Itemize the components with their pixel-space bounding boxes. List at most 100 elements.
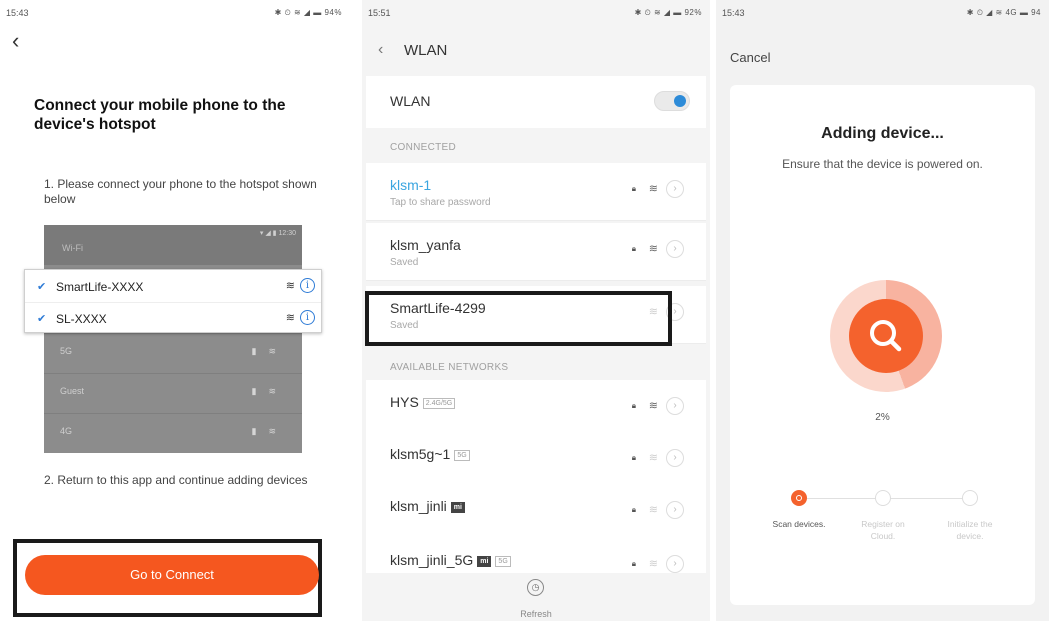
wifi-icon: ≋: [648, 183, 658, 195]
chevron-right-icon[interactable]: ›: [666, 180, 684, 198]
refresh-label: Refresh: [520, 609, 552, 619]
wifi-icon: ≋: [648, 243, 658, 255]
page-subtitle: Ensure that the device is powered on.: [782, 157, 983, 171]
wlan-settings-screen: 15:51 ✱ ⏲ ≋ ◢ ▬ 92% ‹ WLAN WLAN CONNECTE…: [362, 0, 710, 621]
network-row-klsm5g[interactable]: klsm5g~1 5G 🔒︎ ≋ ›: [366, 432, 706, 490]
step-label-initialize: Initialize the device.: [947, 519, 993, 541]
illustration-network-name: Guest: [60, 386, 85, 396]
status-bar: 15:43 ✱ ⏲ ≋ ◢ ▬ 94%: [0, 0, 350, 24]
hotspot-guide-screen: 15:43 ✱ ⏲ ≋ ◢ ▬ 94% ‹ Connect your mobil…: [0, 0, 350, 621]
lock-wifi-icon: ▮≋: [251, 386, 288, 396]
highlight-box: [365, 291, 672, 346]
step-label-register: Register on Cloud.: [861, 519, 905, 541]
lock-wifi-icon: ▮≋: [251, 426, 288, 436]
info-icon: i: [300, 310, 315, 325]
network-name-text: HYS: [390, 394, 419, 410]
network-name: klsm_yanfa: [390, 237, 461, 253]
mi-badge: mi: [477, 555, 492, 567]
band-badge: 2.4G/5G: [422, 397, 456, 409]
status-time: 15:51: [368, 8, 391, 18]
toggle-knob: [674, 95, 686, 107]
network-name-text: klsm_jinli_5G: [390, 552, 474, 568]
page-title: Adding device...: [821, 125, 944, 142]
info-icon: i: [300, 278, 315, 293]
refresh-icon: ◷: [527, 579, 544, 596]
cancel-button[interactable]: Cancel: [730, 50, 770, 65]
page-title: Connect your mobile phone to the device'…: [34, 97, 286, 133]
band-badge: 5G: [454, 449, 470, 461]
network-row-hys[interactable]: HYS 2.4G/5G 🔒︎ ≋ ›: [366, 380, 706, 438]
mi-badge: mi: [450, 501, 465, 513]
status-bar: 15:43 ✱ ⏲ ◢ ≋ 4G ▬ 94: [716, 0, 1049, 24]
wlan-header: ‹ WLAN: [362, 24, 710, 76]
network-status: Tap to share password: [390, 197, 491, 208]
illustration-network-row: 4G ▮≋: [44, 413, 302, 453]
wifi-settings-illustration: ▾ ◢ ▮ 12:30 Wi-Fi 5G ▮≋ Guest ▮≋ 4G ▮≋: [44, 225, 302, 453]
network-name: HYS 2.4G/5G: [390, 394, 456, 410]
wifi-icon: ≋: [285, 280, 295, 292]
network-status: Saved: [390, 257, 419, 268]
page-title: WLAN: [404, 42, 448, 59]
step-indicator-register: [875, 490, 891, 506]
lock-icon: 🔒︎: [631, 505, 636, 514]
section-header-connected: CONNECTED: [390, 142, 457, 153]
chevron-right-icon[interactable]: ›: [666, 501, 684, 519]
status-bar: 15:51 ✱ ⏲ ≋ ◢ ▬ 92%: [362, 0, 710, 24]
check-icon: ✔: [37, 281, 47, 293]
lock-icon: 🔒︎: [631, 559, 636, 568]
chevron-right-icon[interactable]: ›: [666, 449, 684, 467]
network-name-text: klsm5g~1: [390, 446, 451, 462]
search-icon: [870, 320, 902, 352]
network-name: klsm5g~1 5G: [390, 446, 470, 462]
wifi-icon: ≋: [648, 558, 658, 570]
instruction-step-2: 2. Return to this app and continue addin…: [44, 473, 308, 487]
chevron-right-icon[interactable]: ›: [666, 240, 684, 258]
illustration-network-row: Guest ▮≋: [44, 373, 302, 413]
check-icon: ✔: [37, 313, 47, 325]
lock-icon: 🔒︎: [631, 184, 636, 193]
progress-percent: 2%: [875, 412, 890, 423]
hotspot-row: ✔ SmartLife-XXXX ≋ i: [25, 271, 321, 302]
instruction-step-1: 1. Please connect your phone to the hots…: [44, 177, 317, 206]
adding-device-screen: 15:43 ✱ ⏲ ◢ ≋ 4G ▬ 94 Cancel Adding devi…: [716, 0, 1049, 621]
lock-icon: 🔒︎: [631, 453, 636, 462]
hotspot-popup: ✔ SmartLife-XXXX ≋ i ✔ SL-XXXX ≋ i: [24, 269, 322, 333]
network-name: klsm-1: [390, 177, 432, 193]
network-row-klsm-yanfa[interactable]: klsm_yanfa Saved 🔒︎ ≋ ›: [366, 223, 706, 281]
band-badge: 5G: [495, 555, 511, 567]
status-time: 15:43: [6, 8, 29, 18]
wlan-toggle[interactable]: [654, 91, 690, 111]
step-indicator-scan: [791, 490, 807, 506]
wifi-icon: ≋: [648, 400, 658, 412]
hotspot-name: SmartLife-XXXX: [56, 280, 144, 294]
network-name-text: klsm_jinli: [390, 498, 447, 514]
wlan-toggle-row: WLAN: [366, 76, 706, 128]
chevron-right-icon[interactable]: ›: [666, 555, 684, 573]
illustration-network-row: 5G ▮≋: [44, 333, 302, 373]
chevron-left-icon[interactable]: ‹: [12, 30, 19, 52]
network-row-klsm-1[interactable]: klsm-1 Tap to share password 🔒︎ ≋ ›: [366, 163, 706, 221]
network-name: klsm_jinli_5G mi 5G: [390, 552, 511, 568]
hotspot-name: SL-XXXX: [56, 312, 107, 326]
chevron-left-icon[interactable]: ‹: [378, 41, 383, 59]
refresh-button[interactable]: ◷ Refresh: [362, 573, 710, 621]
illustration-status-icons: ▾ ◢ ▮ 12:30: [259, 230, 296, 237]
wifi-illustration-header: ▾ ◢ ▮ 12:30 Wi-Fi: [44, 225, 302, 265]
wifi-icon: ≋: [285, 312, 295, 324]
status-time: 15:43: [722, 8, 745, 18]
wifi-icon: ≋: [648, 452, 658, 464]
step-label-scan: Scan devices.: [772, 519, 826, 529]
illustration-network-name: 5G: [60, 346, 73, 356]
section-header-available: AVAILABLE NETWORKS: [390, 362, 509, 373]
chevron-right-icon[interactable]: ›: [666, 397, 684, 415]
network-row-klsm-jinli[interactable]: klsm_jinli mi 🔒︎ ≋ ›: [366, 484, 706, 542]
status-icons: ✱ ⏲ ◢ ≋ 4G ▬ 94: [966, 8, 1041, 17]
illustration-network-name: 4G: [60, 426, 73, 436]
status-icons: ✱ ⏲ ≋ ◢ ▬ 94%: [274, 8, 342, 17]
hotspot-row: ✔ SL-XXXX ≋ i: [25, 302, 321, 333]
lock-icon: 🔒︎: [631, 401, 636, 410]
step-indicator-initialize: [962, 490, 978, 506]
wifi-icon: ≋: [648, 504, 658, 516]
status-icons: ✱ ⏲ ≋ ◢ ▬ 92%: [634, 8, 702, 17]
go-to-connect-button[interactable]: Go to Connect: [25, 555, 319, 595]
